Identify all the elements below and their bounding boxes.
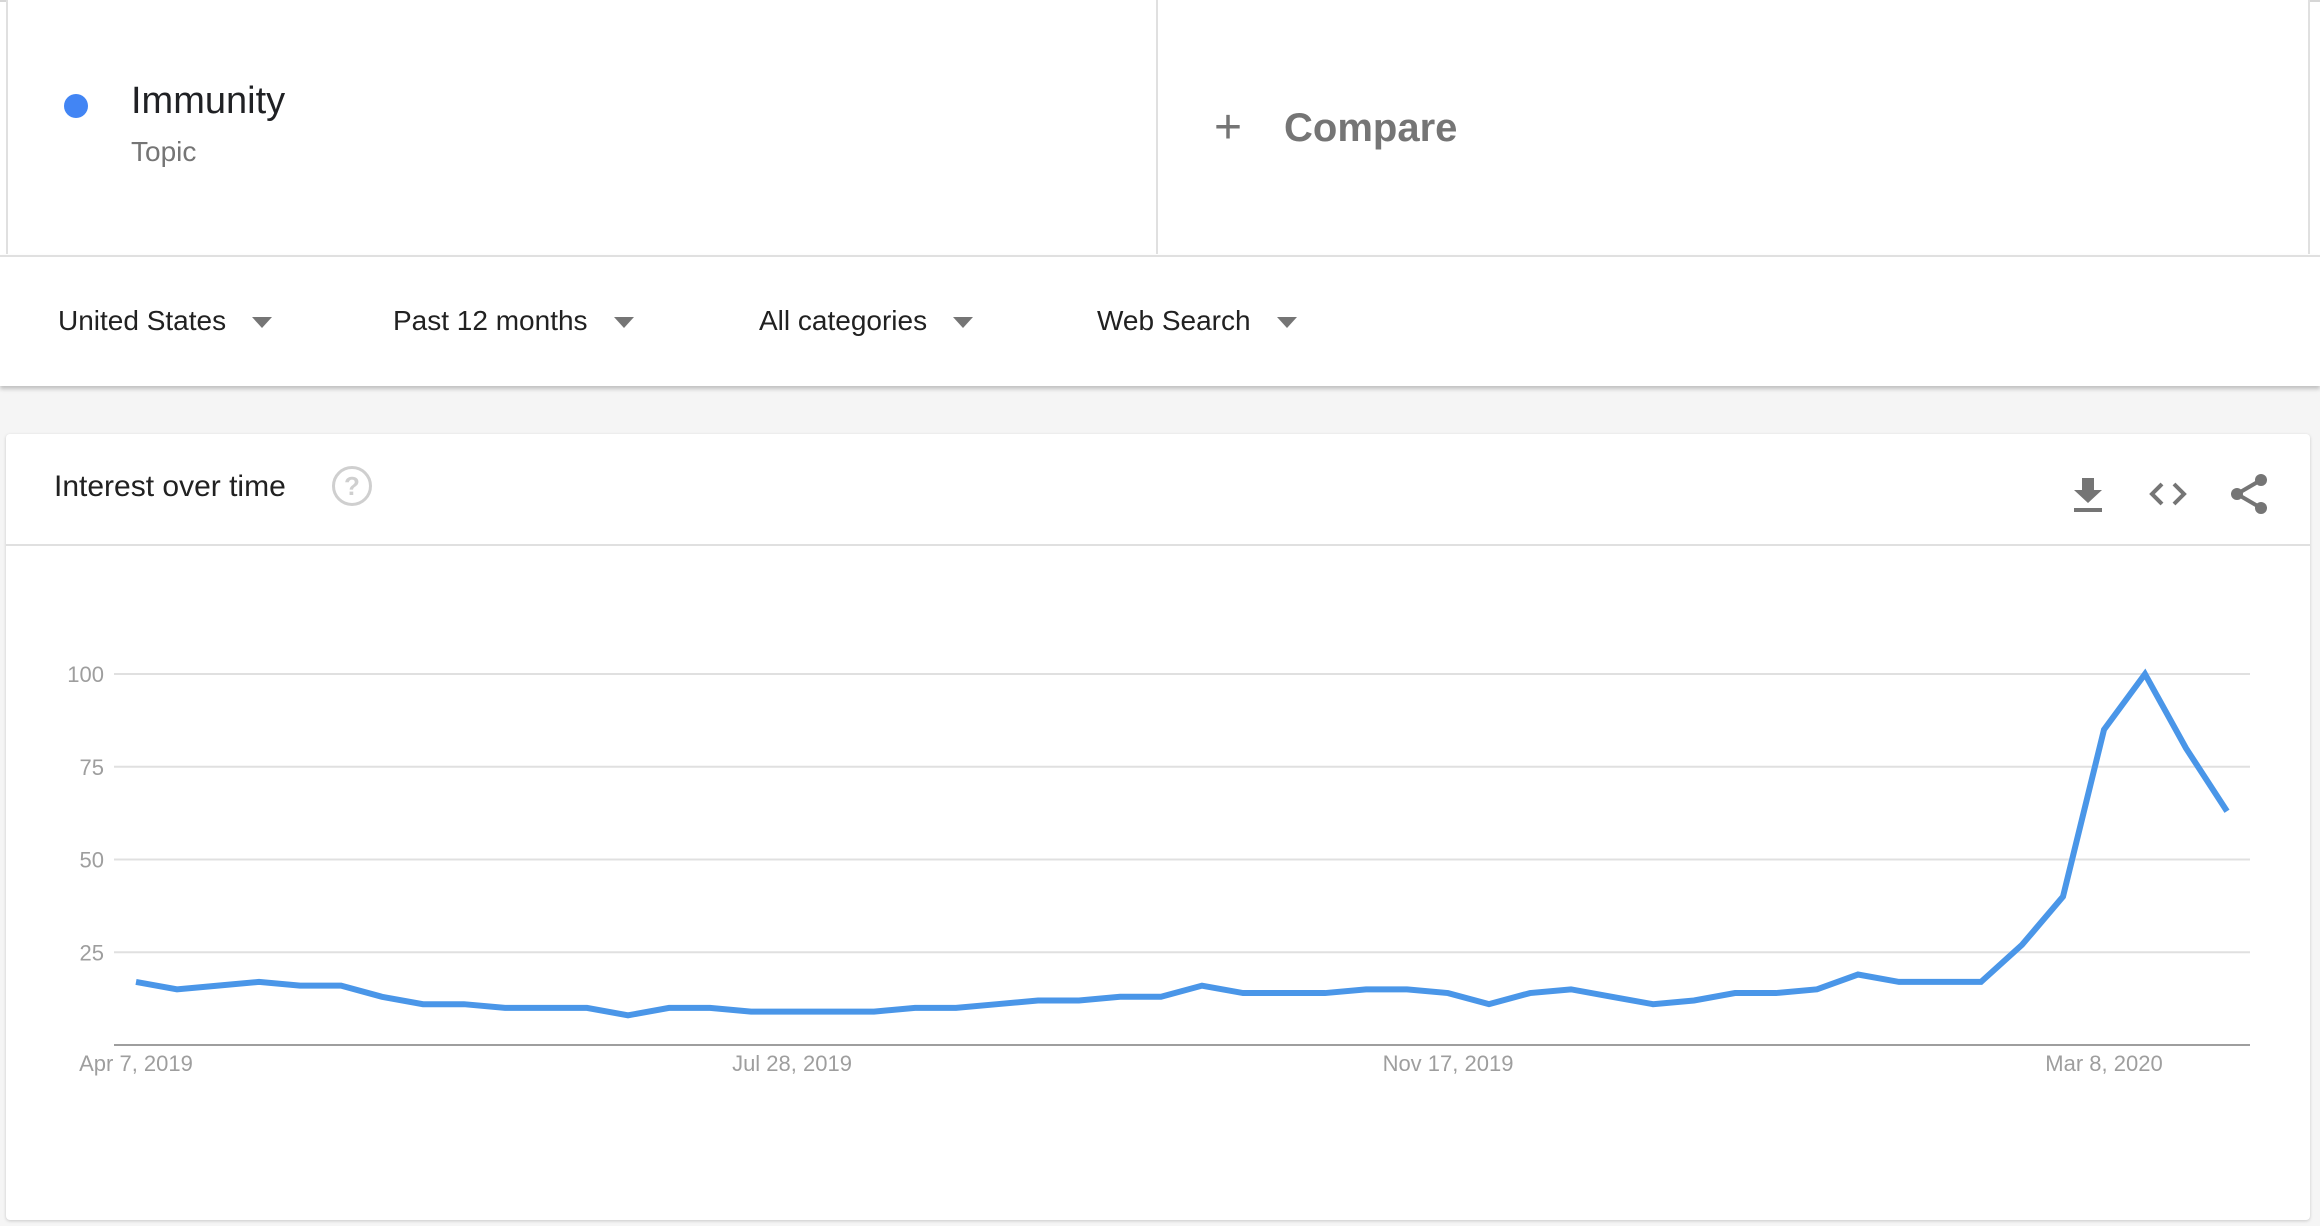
- data-point[interactable]: [1035, 997, 1041, 1003]
- data-point[interactable]: [2224, 808, 2230, 814]
- search-term-card[interactable]: Immunity Topic: [6, 0, 1158, 254]
- data-point[interactable]: [871, 1009, 877, 1015]
- y-tick-label: 100: [67, 662, 104, 687]
- data-point[interactable]: [1199, 983, 1205, 989]
- data-point[interactable]: [543, 1005, 549, 1011]
- data-point[interactable]: [994, 1001, 1000, 1007]
- x-tick-label: Jul 28, 2019: [732, 1051, 852, 1076]
- compare-label: Compare: [1284, 105, 1458, 150]
- data-point[interactable]: [1486, 1001, 1492, 1007]
- term-type: Topic: [131, 136, 197, 167]
- chevron-down-icon: [1276, 316, 1297, 328]
- data-point[interactable]: [2101, 727, 2107, 733]
- data-point[interactable]: [133, 979, 139, 985]
- data-point[interactable]: [789, 1009, 795, 1015]
- filter-category[interactable]: All categories: [759, 305, 974, 337]
- data-point[interactable]: [830, 1009, 836, 1015]
- data-point[interactable]: [748, 1009, 754, 1015]
- data-point[interactable]: [1240, 990, 1246, 996]
- data-point[interactable]: [1855, 972, 1861, 978]
- data-point[interactable]: [420, 1001, 426, 1007]
- data-point[interactable]: [953, 1005, 959, 1011]
- data-point[interactable]: [707, 1005, 713, 1011]
- data-point[interactable]: [1691, 997, 1697, 1003]
- data-point[interactable]: [1814, 986, 1820, 992]
- data-point[interactable]: [1445, 990, 1451, 996]
- x-tick-label: Mar 8, 2020: [2045, 1051, 2162, 1076]
- data-point[interactable]: [1732, 990, 1738, 996]
- filter-bar: United States Past 12 months All categor…: [0, 255, 2320, 386]
- filter-category-label: All categories: [759, 305, 928, 336]
- data-point[interactable]: [502, 1005, 508, 1011]
- data-point[interactable]: [2183, 745, 2189, 751]
- data-point[interactable]: [584, 1005, 590, 1011]
- interest-over-time-card: Interest over time ? 25 50 75 100 Apr 7, 20…: [6, 434, 2310, 1220]
- y-tick-label: 25: [80, 940, 104, 965]
- data-point[interactable]: [1896, 979, 1902, 985]
- data-point[interactable]: [297, 983, 303, 989]
- x-tick-label: Nov 17, 2019: [1383, 1051, 1514, 1076]
- data-point[interactable]: [1978, 979, 1984, 985]
- filter-search-type-label: Web Search: [1097, 305, 1251, 336]
- data-point[interactable]: [912, 1005, 918, 1011]
- filter-region[interactable]: United States: [58, 305, 273, 337]
- data-point[interactable]: [1650, 1001, 1656, 1007]
- y-tick-label: 50: [80, 848, 104, 873]
- data-point[interactable]: [1158, 994, 1164, 1000]
- compare-card[interactable]: + Compare: [1156, 0, 2310, 254]
- plus-icon: +: [1214, 101, 1243, 154]
- data-point[interactable]: [1568, 986, 1574, 992]
- data-point[interactable]: [666, 1005, 672, 1011]
- data-point[interactable]: [215, 983, 221, 989]
- y-tick-label: 75: [80, 755, 104, 780]
- compare-button[interactable]: + Compare: [1214, 104, 1457, 152]
- data-point[interactable]: [2060, 894, 2066, 900]
- series-line-immunity[interactable]: [135, 668, 2230, 1019]
- data-point[interactable]: [1076, 997, 1082, 1003]
- interest-line-chart: 25 50 75 100 Apr 7, 2019 Jul 28, 2019 Nov 17,…: [67, 662, 2250, 1076]
- chevron-down-icon: [613, 316, 634, 328]
- data-point[interactable]: [461, 1001, 467, 1007]
- data-point[interactable]: [174, 986, 180, 992]
- term-color-dot: [64, 94, 88, 118]
- data-point[interactable]: [2142, 671, 2148, 677]
- data-point[interactable]: [1363, 986, 1369, 992]
- data-point[interactable]: [1404, 986, 1410, 992]
- data-point[interactable]: [1609, 994, 1615, 1000]
- data-point[interactable]: [338, 983, 344, 989]
- chevron-down-icon: [953, 316, 974, 328]
- term-name[interactable]: Immunity: [131, 80, 285, 123]
- filter-time-label: Past 12 months: [393, 305, 588, 336]
- data-point[interactable]: [1322, 990, 1328, 996]
- data-point[interactable]: [1937, 979, 1943, 985]
- data-point[interactable]: [1773, 990, 1779, 996]
- data-point[interactable]: [1281, 990, 1287, 996]
- filter-region-label: United States: [58, 305, 227, 336]
- data-point[interactable]: [625, 1012, 631, 1018]
- x-tick-label: Apr 7, 2019: [79, 1051, 193, 1076]
- filter-time-range[interactable]: Past 12 months: [393, 305, 634, 337]
- data-point[interactable]: [256, 979, 262, 985]
- chevron-down-icon: [252, 316, 273, 328]
- data-point[interactable]: [2019, 942, 2025, 948]
- data-point[interactable]: [379, 994, 385, 1000]
- data-point[interactable]: [1117, 994, 1123, 1000]
- filter-search-type[interactable]: Web Search: [1097, 305, 1297, 337]
- search-terms-header: Immunity Topic + Compare: [0, 0, 2320, 255]
- data-point[interactable]: [1527, 990, 1533, 996]
